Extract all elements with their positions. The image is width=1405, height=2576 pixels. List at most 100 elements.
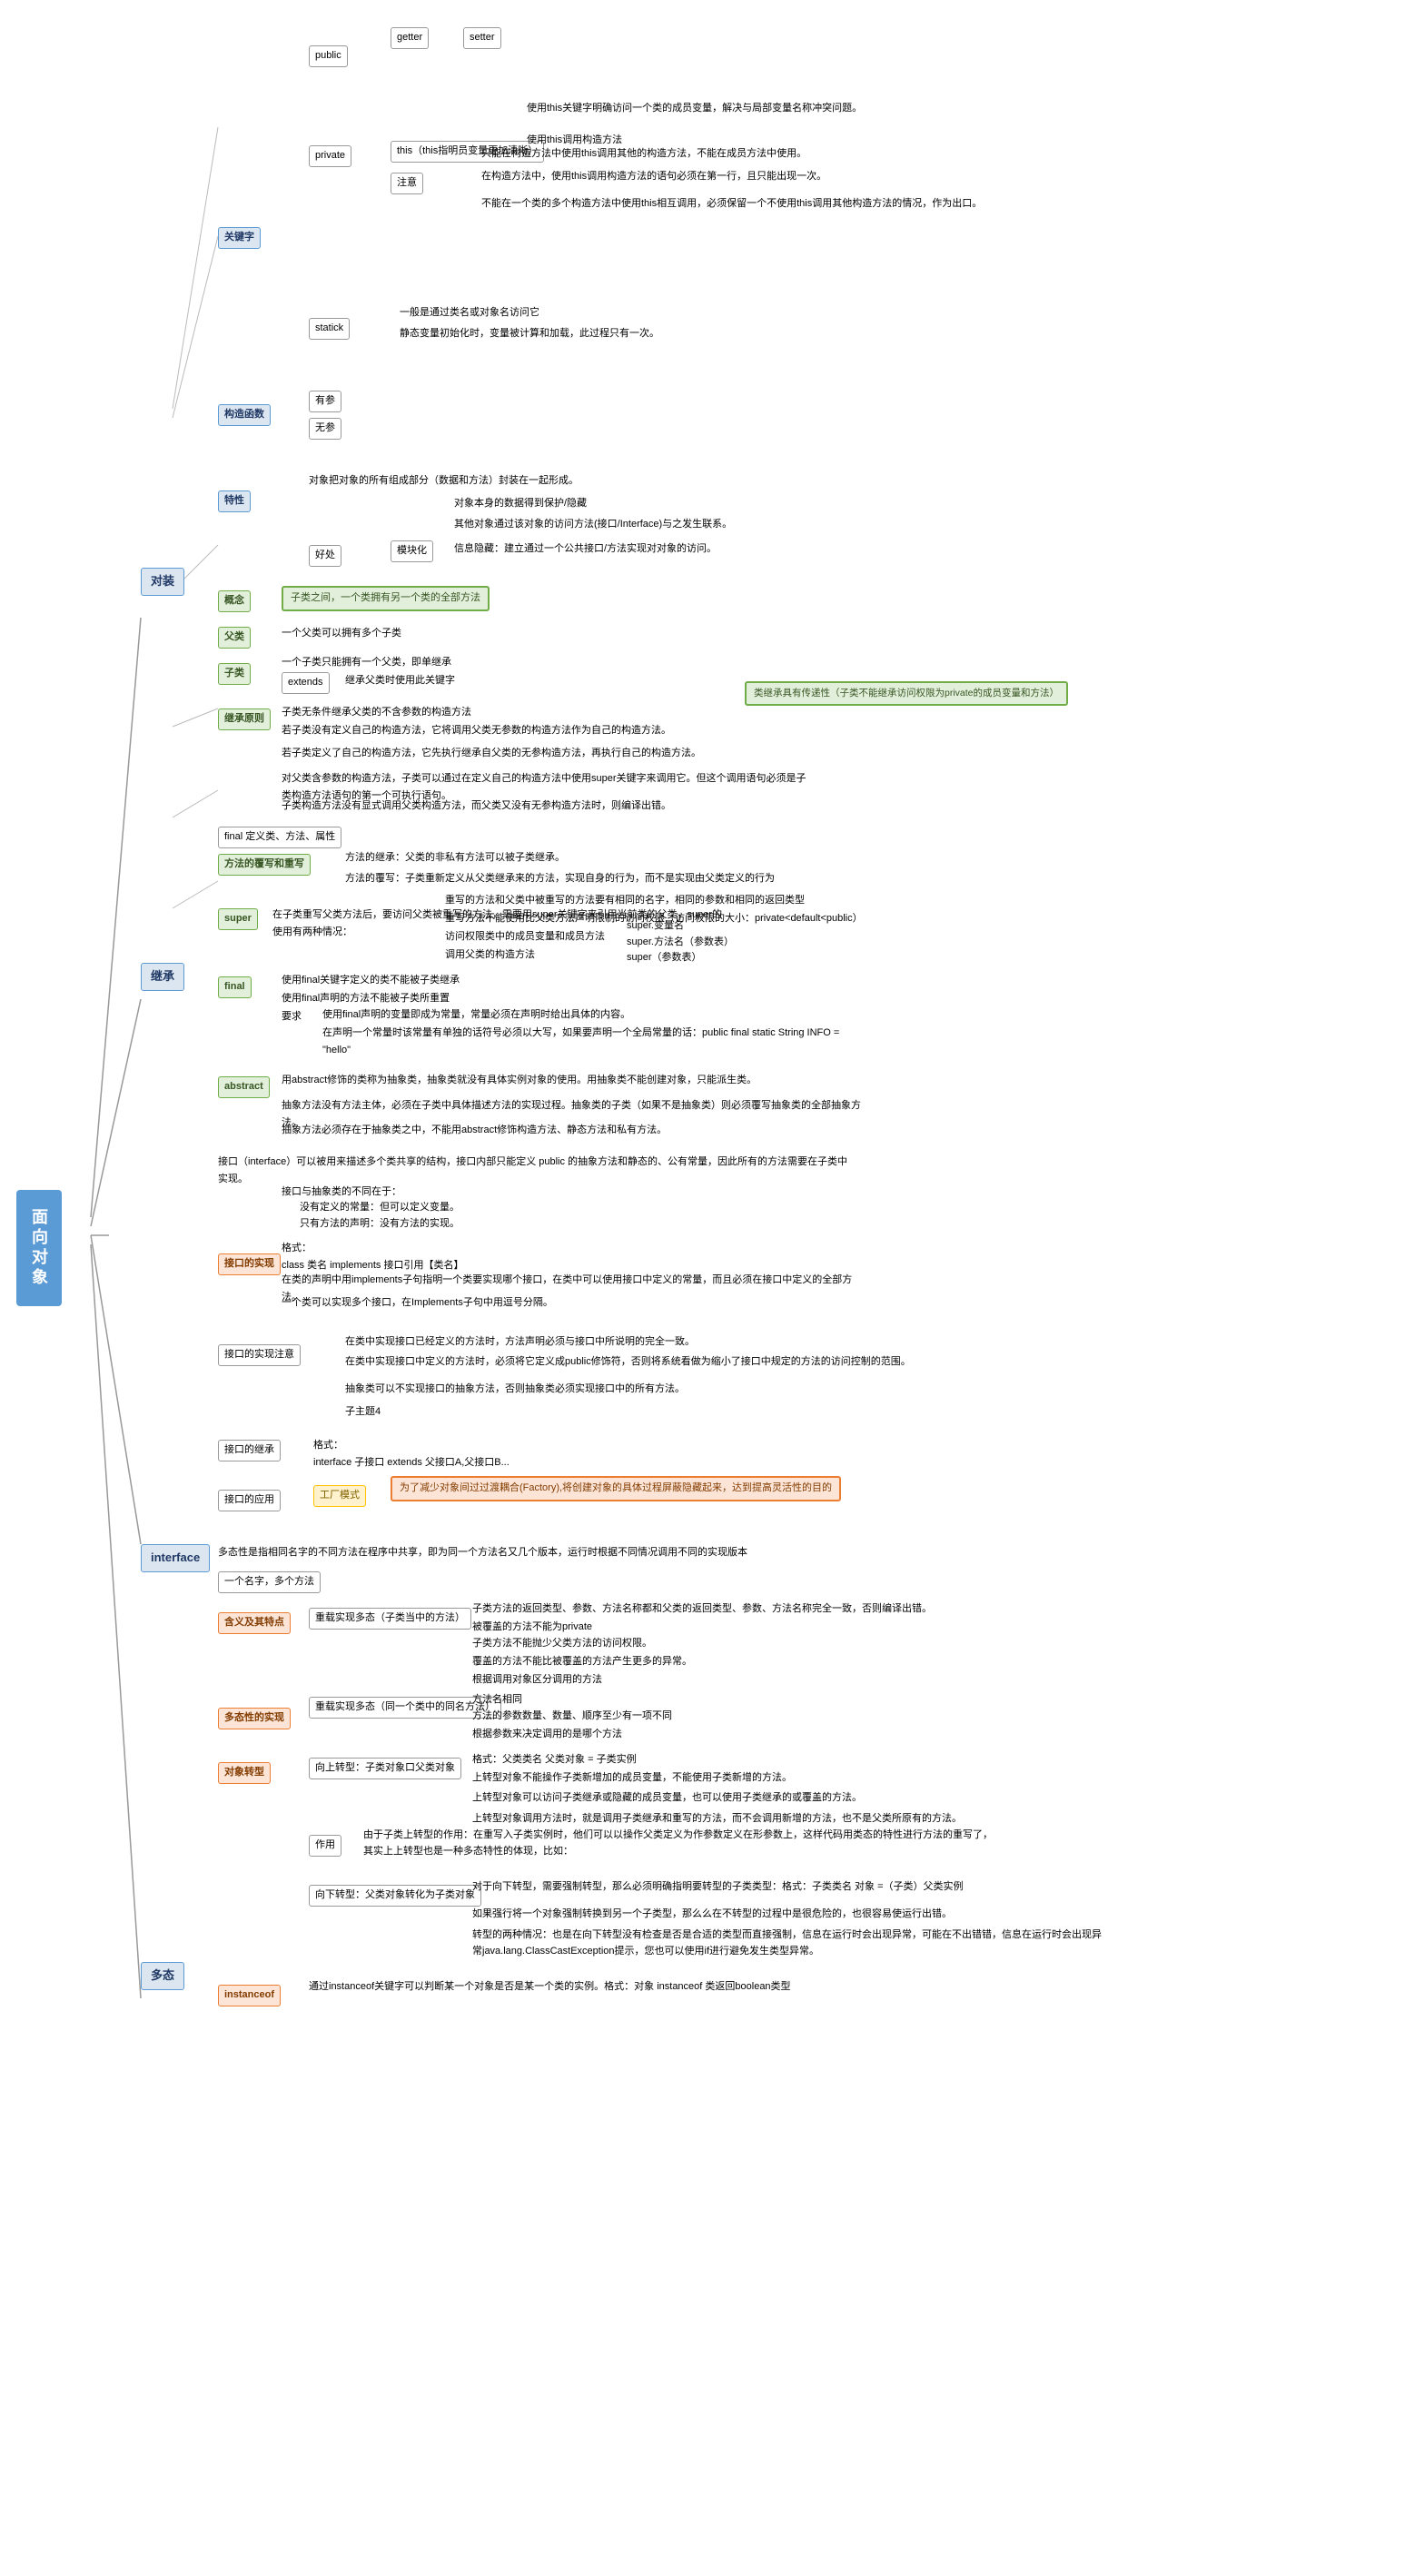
super-constructor: super（参数表）	[627, 949, 702, 966]
child-node: 子类	[218, 663, 251, 685]
overload-note2: 被覆盖的方法不能为private	[472, 1619, 592, 1636]
interface-impl-desc2: 一个类可以实现多个接口，在Implements子句中用逗号分隔。	[282, 1294, 553, 1312]
extends-node: extends	[282, 672, 330, 694]
final-def-node: final 定义类、方法、属性	[218, 827, 341, 848]
duizhuang-node: 对装	[141, 568, 184, 596]
upcast-use: 由于子类上转型的作用：在重写入子类实例时，他们可以以操作父类定义为作参数定义在形…	[363, 1828, 999, 1859]
child-no-arg: 子类无条件继承父类的不含参数的构造方法	[282, 704, 471, 721]
overload-label-node: 重载实现多态（子类当中的方法）	[309, 1608, 471, 1630]
trait-node: 特性	[218, 490, 251, 512]
interface-node: interface	[141, 1544, 210, 1572]
statick-node: statick	[309, 318, 350, 340]
abstract-desc3: 抽象方法必须存在于抽象类之中，不能用abstract修饰构造方法、静态方法和私有…	[282, 1122, 667, 1139]
interface-diff-label: 接口与抽象类的不同在于：	[282, 1184, 401, 1201]
parent-many-children: 一个父类可以拥有多个子类	[282, 625, 401, 642]
youcan-node: 有参	[309, 391, 341, 412]
method-inherit-desc: 方法的继承：父类的非私有方法可以被子类继承。	[345, 849, 565, 867]
this-use1: 使用this关键字明确访问一个类的成员变量，解决与局部变量名称冲突问题。	[527, 100, 862, 117]
private-node: private	[309, 145, 351, 167]
override-same-name: 方法名相同	[472, 1691, 522, 1709]
cast-node: 对象转型	[218, 1762, 271, 1784]
private-members-note: 类继承具有传递性（子类不能继承访问权限为private的成员变量和方法）	[745, 681, 1068, 706]
override-best: 根据参数来决定调用的是哪个方法	[472, 1726, 622, 1743]
wucan-node: 无参	[309, 418, 341, 440]
downcast-label-node: 向下转型：父类对象转化为子类对象	[309, 1885, 481, 1907]
this-note2: 在构造方法中，使用this调用构造方法的语句必须在第一行，且只能出现一次。	[481, 168, 826, 185]
interface-format: 格式：class 类名 implements 接口引用【类名】	[282, 1240, 463, 1273]
final-node: final	[218, 976, 252, 998]
super-node: super	[218, 908, 258, 930]
final-method-desc: 使用final声明的方法不能被子类所重置	[282, 990, 450, 1007]
interface-diff2: 只有方法的声明：没有方法的实现。	[300, 1215, 460, 1233]
poly-one-name-node: 一个名字，多个方法	[218, 1571, 321, 1593]
upcast-feature3: 上转型对象调用方法时，就是调用子类继承和重写的方法，而不会调用新增的方法，也不是…	[472, 1810, 962, 1828]
interface-diff1: 没有定义的常量：但可以定义变量。	[300, 1199, 460, 1216]
benefit-node: 好处	[309, 545, 341, 567]
downcast-risk2: 转型的两种情况：也是在向下转型没有检查是否是合适的类型而直接强制，信息在运行时会…	[472, 1927, 1108, 1959]
setter-node: setter	[463, 27, 501, 49]
interface-impl-note2: 在类中实现接口中定义的方法时，必须将它定义成public修饰符，否则将系统看做为…	[345, 1353, 911, 1371]
final-note: 在声明一个常量时该常量有单独的话符号必须以大写，如果要声明一个全局常量的话：pu…	[322, 1025, 867, 1058]
final-var-desc: 使用final声明的变量即成为常量，常量必须在声明时给出具体的内容。	[322, 1006, 630, 1024]
method-override-node: 方法的覆写和重写	[218, 854, 311, 876]
downcast-desc: 对于向下转型，需要强制转型，那么必须明确指明要转型的子类类型：格式：子类类名 对…	[472, 1878, 964, 1896]
extends-desc: 继承父类时使用此关键字	[345, 672, 455, 689]
method-override-desc: 方法的覆写：子类重新定义从父类继承来的方法，实现自身的行为，而不是实现由父类定义…	[345, 870, 775, 887]
getter-node: getter	[391, 27, 429, 49]
this-note3: 不能在一个类的多个构造方法中使用this相互调用，必须保留一个不使用this调用…	[481, 195, 982, 213]
interface-impl-node: 接口的实现	[218, 1253, 281, 1275]
info-hiding-desc: 信息隐藏：建立通过一个公共接口/方法实现对对象的访问。	[454, 540, 717, 558]
upcast-label-node: 向上转型：子类对象口父类对象	[309, 1758, 461, 1779]
child-define-own: 若子类定义了自己的构造方法，它先执行继承自父类的无参构造方法，再执行自己的构造方…	[282, 745, 701, 762]
child-has-arg: 若子类没有定义自己的构造方法，它将调用父类无参数的构造方法作为自己的构造方法。	[282, 722, 671, 739]
concept-node: 概念	[218, 590, 251, 612]
poly-desc: 多态性是指相同名字的不同方法在程序中共享，即为同一个方法名又几个版本，运行时根据…	[218, 1544, 747, 1561]
trait-desc1: 对象把对象的所有组成部分（数据和方法）封装在一起形成。	[309, 472, 579, 490]
public-node: public	[309, 45, 348, 67]
poly-impl-node: 多态性的实现	[218, 1708, 291, 1729]
overload-note3: 子类方法不能抛少父类方法的访问权限。	[472, 1635, 652, 1652]
inherit-reason-node: 继承原则	[218, 708, 271, 730]
final-def-desc: 使用final关键字定义的类不能被子类继承	[282, 972, 460, 989]
final-require-label: 要求	[282, 1008, 302, 1025]
concept-text: 子类之间，一个类拥有另一个类的全部方法	[282, 586, 490, 611]
statick-desc2: 静态变量初始化时，变量被计算和加载，此过程只有一次。	[400, 325, 659, 342]
super-desc: 在子类重写父类方法后，要访问父类被重写的方法，需要用super关键字来引用当前类…	[272, 907, 727, 940]
trait-desc3: 其他对象通过该对象的访问方法(接口/Interface)与之发生联系。	[454, 516, 732, 533]
mind-map: 面向对象 对装 关键字 public private getter setter…	[0, 0, 1405, 2576]
upcast-feature1: 上转型对象不能操作子类新增加的成员变量，不能使用子类新增的方法。	[472, 1769, 792, 1787]
child-no-parent-constructor: 子类构造方法没有显式调用父类构造方法，而父类又没有无参构造方法时，则编译出错。	[282, 798, 671, 815]
call-parent-method: 调用父类的构造方法	[445, 946, 535, 964]
interface-impl-note3: 抽象类可以不实现接口的抽象方法，否则抽象类必须实现接口中的所有方法。	[345, 1381, 685, 1398]
overload-note4: 覆盖的方法不能比被覆盖的方法产生更多的异常。	[472, 1653, 692, 1670]
center-node: 面向对象	[16, 1190, 62, 1306]
interface-apply-desc: 为了减少对象间过过渡耦合(Factory),将创建对象的具体过程屏蔽隐藏起来，达…	[391, 1476, 841, 1501]
duotai-node: 多态	[141, 1962, 184, 1990]
interface-desc1: 接口（interface）可以被用来描述多个类共享的结构，接口内部只能定义 pu…	[218, 1154, 854, 1187]
upcast-use-node: 作用	[309, 1835, 341, 1857]
interface-extend-format: 格式：interface 子接口 extends 父接口A,父接口B...	[313, 1437, 510, 1471]
factory-node: 工厂模式	[313, 1485, 366, 1507]
override-diff-params: 方法的参数数量、数量、顺序至少有一项不同	[472, 1708, 672, 1725]
downcast-risk1: 如果强行将一个对象强制转换到另一个子类型，那么么在不转型的过程中是很危险的，也很…	[472, 1906, 952, 1923]
statick-desc1: 一般是通过类名或对象名访问它	[400, 304, 539, 322]
interface-impl-note-node: 接口的实现注意	[218, 1344, 301, 1366]
attention-node: 注意	[391, 173, 423, 194]
overload-note1: 子类方法的返回类型、参数、方法名称都和父类的返回类型、参数、方法名称完全一致，否…	[472, 1600, 932, 1618]
upcast-format: 格式：父类类名 父类对象 = 子类实例	[472, 1751, 637, 1769]
modular-node: 模块化	[391, 540, 433, 562]
abstract-node: abstract	[218, 1076, 270, 1098]
keywords-node: 关键字	[218, 227, 261, 249]
abstract-desc1: 用abstract修饰的类称为抽象类，抽象类就没有具体实例对象的使用。用抽象类不…	[282, 1072, 757, 1089]
overload-note5: 根据调用对象区分调用的方法	[472, 1671, 602, 1689]
jicheng-node: 继承	[141, 963, 184, 991]
child-one-parent: 一个子类只能拥有一个父类，即单继承	[282, 654, 451, 671]
interface-extend-node: 接口的继承	[218, 1440, 281, 1461]
constructor-node: 构造函数	[218, 404, 271, 426]
interface-apply-node: 接口的应用	[218, 1490, 281, 1511]
overload-meaning-node: 含义及其特点	[218, 1612, 291, 1634]
interface-impl-note1: 在类中实现接口已经定义的方法时，方法声明必须与接口中所说明的完全一致。	[345, 1333, 695, 1351]
upcast-feature2: 上转型对象可以访问子类继承或隐藏的成员变量，也可以使用子类继承的或覆盖的方法。	[472, 1789, 862, 1807]
interface-impl-child: 子主题4	[345, 1403, 381, 1421]
instanceof-desc: 通过instanceof关键字可以判断某一个对象是否是某一个类的实例。格式：对象…	[309, 1978, 791, 1996]
